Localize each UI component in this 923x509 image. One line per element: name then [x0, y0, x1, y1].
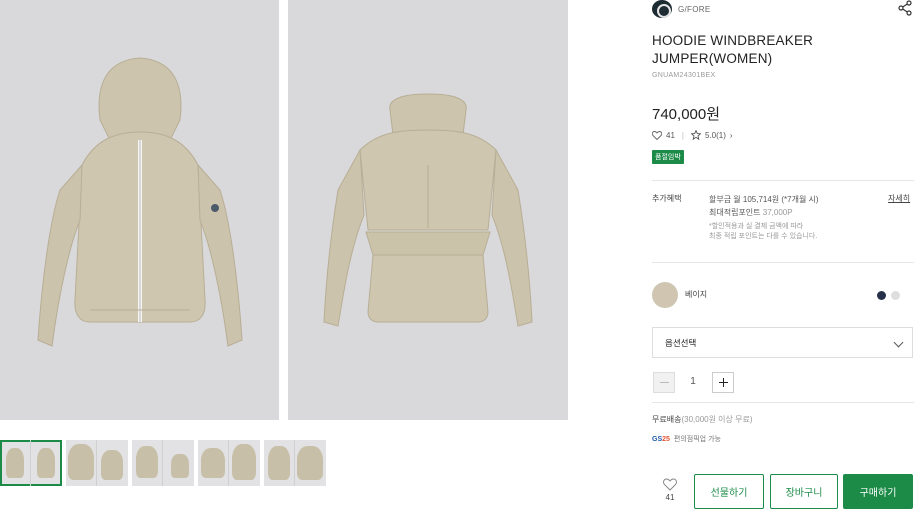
thumbnail-5[interactable] [264, 440, 326, 486]
quantity-decrease-button[interactable] [653, 372, 675, 393]
star-icon [690, 130, 701, 140]
divider [652, 180, 914, 181]
heart-outline-icon [663, 478, 677, 491]
color-selector: 베이지 [652, 282, 914, 308]
option-select[interactable]: 옵션선택 [652, 327, 913, 358]
stats-separator: | [681, 130, 684, 140]
wishlist-count: 41 [665, 493, 675, 502]
quantity-value[interactable]: 1 [686, 376, 700, 387]
brand-logo-icon[interactable] [652, 0, 672, 18]
color-name: 베이지 [685, 290, 708, 299]
gift-button[interactable]: 선물하기 [694, 474, 764, 509]
product-page: G/FORE HOODIE WINDBREAKER JUMPER(WOMEN) … [0, 0, 923, 509]
note-line-1: *할인적용과 실 결제 금액에 따라 [709, 223, 804, 230]
detail-link[interactable]: 자세히 [888, 193, 910, 204]
points-label: 최대적립포인트 [709, 208, 761, 217]
divider [652, 262, 914, 263]
product-stats: 41 | 5.0(1) › [652, 130, 733, 140]
product-price: 740,000원 [652, 106, 721, 123]
chevron-down-icon [893, 337, 904, 348]
main-image-front[interactable] [0, 0, 279, 420]
note-line-2: 최종 적립 포인트는 다를 수 있습니다. [709, 233, 818, 240]
wishlist-button[interactable]: 41 [660, 478, 680, 502]
benefit-label: 추가혜택 [652, 194, 682, 203]
color-swatch-selected[interactable] [652, 282, 678, 308]
divider [652, 402, 914, 403]
buy-now-button[interactable]: 구매하기 [843, 474, 913, 509]
likes-count: 41 [666, 130, 675, 140]
share-icon[interactable] [898, 0, 912, 16]
option-select-placeholder: 옵션선택 [665, 338, 697, 348]
jacket-back-illustration [288, 0, 568, 420]
status-badge: 품절임박 [652, 150, 684, 164]
installment-text: 할부금 월 105,714원 (*7개월 시) [709, 195, 819, 204]
shipping-info: 무료배송(30,000원 이상 무료) [652, 414, 753, 425]
benefit-note: *할인적용과 실 결제 금액에 따라 최종 적립 포인트는 다를 수 있습니다. [709, 222, 817, 242]
add-to-cart-button[interactable]: 장바구니 [770, 474, 838, 509]
thumbnail-2[interactable] [66, 440, 128, 486]
rating-link[interactable]: 5.0(1) [705, 131, 726, 140]
thumbnail-3[interactable] [132, 440, 194, 486]
pickup-text: 편의점픽업 가능 [673, 436, 721, 443]
color-option-navy[interactable] [877, 291, 886, 300]
brand-row: G/FORE [652, 0, 914, 18]
gs25-logo-icon: GS25 [652, 435, 670, 443]
color-option-light[interactable] [891, 291, 900, 300]
product-title: HOODIE WINDBREAKER JUMPER(WOMEN) [652, 33, 814, 66]
thumbnail-strip [0, 440, 326, 486]
pickup-info: GS25 편의점픽업 가능 [652, 434, 721, 444]
chevron-right-icon[interactable]: › [730, 131, 733, 140]
benefit-lines: 할부금 월 105,714원 (*7개월 시) 최대적립포인트 37,000P [709, 193, 819, 219]
points-value: 37,000P [762, 208, 793, 217]
thumbnail-1[interactable] [0, 440, 62, 486]
quantity-increase-button[interactable] [712, 372, 734, 393]
points-line: 최대적립포인트 37,000P [709, 206, 819, 219]
brand-name[interactable]: G/FORE [678, 5, 710, 14]
heart-icon [652, 130, 662, 140]
shipping-condition: (30,000원 이상 무료) [681, 415, 753, 424]
jacket-front-illustration [0, 0, 279, 420]
product-code: GNUAM24301BEX [652, 72, 716, 79]
shipping-label: 무료배송 [652, 415, 682, 424]
main-image-back[interactable] [288, 0, 568, 420]
thumbnail-4[interactable] [198, 440, 260, 486]
